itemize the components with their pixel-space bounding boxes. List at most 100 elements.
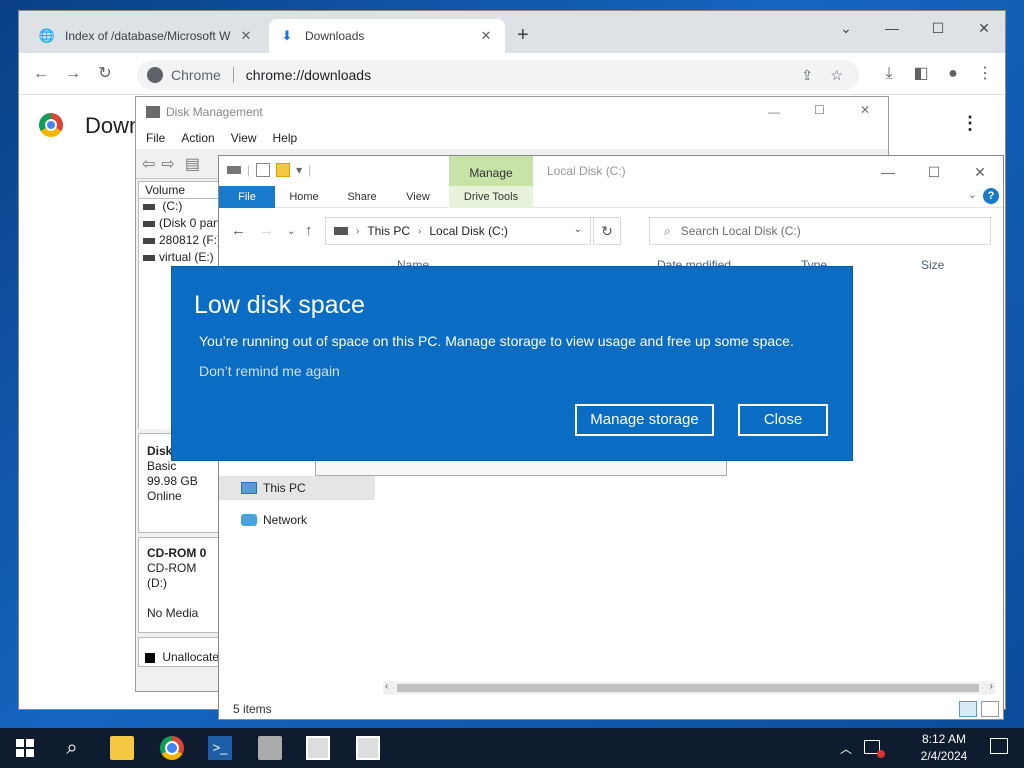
column-header-volume[interactable]: Volume bbox=[138, 181, 228, 199]
scrollbar-thumb[interactable] bbox=[397, 684, 979, 692]
list-item[interactable]: (C:) bbox=[139, 199, 228, 216]
disk-status: Online bbox=[147, 489, 182, 503]
close-tab-icon[interactable]: ✕ bbox=[237, 28, 255, 44]
new-folder-icon[interactable] bbox=[276, 163, 291, 177]
maximize-button[interactable]: ☐ bbox=[915, 15, 961, 41]
tab-file[interactable]: File bbox=[219, 186, 275, 208]
scroll-left-icon[interactable]: ‹ bbox=[385, 681, 388, 692]
notification-icon[interactable] bbox=[990, 738, 1008, 754]
side-panel-icon[interactable]: ◧ bbox=[909, 62, 933, 86]
download-icon: ⬇ bbox=[281, 28, 293, 43]
more-actions-icon[interactable]: ⋮ bbox=[961, 113, 979, 134]
downloads-icon[interactable]: ⤓ bbox=[877, 62, 901, 86]
back-icon[interactable]: ⇦ bbox=[142, 154, 155, 174]
tab-downloads[interactable]: ⬇ Downloads ✕ bbox=[269, 19, 505, 53]
url-text: chrome://downloads bbox=[245, 67, 372, 83]
horizontal-scrollbar[interactable]: ‹ › bbox=[383, 681, 995, 694]
properties-icon[interactable]: ▤ bbox=[185, 154, 200, 174]
sidebar-item-network[interactable]: Network bbox=[219, 508, 375, 532]
back-button[interactable]: ← bbox=[29, 62, 53, 86]
site-label: Chrome bbox=[171, 67, 221, 83]
back-button[interactable]: ← bbox=[231, 222, 246, 239]
globe-icon: 🌐 bbox=[38, 28, 56, 43]
clock[interactable]: 8:12 AM 2/4/2024 bbox=[916, 731, 972, 765]
computer-icon bbox=[241, 482, 257, 494]
close-tab-icon[interactable]: ✕ bbox=[477, 28, 495, 44]
reload-button[interactable]: ↻ bbox=[93, 62, 117, 86]
maximize-button[interactable]: ☐ bbox=[814, 103, 825, 117]
scroll-right-icon[interactable]: › bbox=[990, 681, 993, 692]
tab-share[interactable]: Share bbox=[339, 186, 385, 208]
network-status-icon[interactable] bbox=[864, 740, 885, 758]
up-button[interactable]: ↑ bbox=[305, 222, 313, 239]
share-icon[interactable]: ⇪ bbox=[801, 67, 813, 84]
breadcrumb-local-disk[interactable]: Local Disk (C:) bbox=[429, 224, 508, 238]
menu-help[interactable]: Help bbox=[273, 131, 298, 145]
search-icon[interactable]: ⌕ bbox=[60, 736, 84, 760]
chevron-down-icon[interactable]: ⌄ bbox=[574, 224, 582, 235]
chrome-icon[interactable] bbox=[160, 736, 184, 760]
close-button[interactable]: Close bbox=[738, 404, 828, 436]
tab-drive-tools[interactable]: Drive Tools bbox=[449, 186, 533, 208]
minimize-button[interactable]: — bbox=[865, 160, 911, 184]
disk-management-icon[interactable] bbox=[258, 736, 282, 760]
tab-home[interactable]: Home bbox=[281, 186, 327, 208]
tab-title: Downloads bbox=[305, 29, 365, 43]
list-item[interactable]: (Disk 0 partition 1) bbox=[139, 216, 228, 233]
refresh-button[interactable]: ↻ bbox=[593, 217, 621, 245]
dont-remind-link[interactable]: Don’t remind me again bbox=[199, 363, 340, 379]
maximize-button[interactable]: ☐ bbox=[911, 160, 957, 184]
sidebar-item-this-pc[interactable]: This PC bbox=[219, 476, 375, 500]
sidebar-item-label: This PC bbox=[263, 481, 306, 495]
search-input[interactable]: ⌕ Search Local Disk (C:) bbox=[649, 217, 991, 245]
cdrom-panel[interactable]: CD-ROM 0 CD-ROM (D:) No Media bbox=[138, 537, 228, 633]
bookmark-star-icon[interactable]: ☆ bbox=[830, 67, 843, 84]
new-tab-button[interactable]: + bbox=[517, 24, 529, 47]
details-view-icon[interactable] bbox=[959, 701, 977, 717]
unallocated-swatch bbox=[145, 652, 155, 663]
list-item[interactable]: virtual (E:) bbox=[139, 250, 228, 267]
drive-icon bbox=[334, 227, 348, 235]
desktop: 🌐 Index of /database/Microsoft W ✕ ⬇ Dow… bbox=[0, 0, 1024, 728]
view-toggle bbox=[959, 701, 999, 717]
chevron-down-icon[interactable]: ▾ bbox=[296, 163, 302, 177]
help-icon[interactable]: ? bbox=[983, 188, 999, 204]
disk-name: CD-ROM 0 bbox=[147, 546, 207, 560]
manage-storage-button[interactable]: Manage storage bbox=[575, 404, 714, 436]
chevron-down-icon[interactable]: ⌄ bbox=[823, 15, 869, 41]
close-window-button[interactable]: ✕ bbox=[961, 15, 1007, 41]
tab-view[interactable]: View bbox=[395, 186, 441, 208]
profile-icon[interactable]: ● bbox=[941, 62, 965, 86]
minimize-button[interactable]: — bbox=[869, 15, 915, 41]
recent-locations-icon[interactable]: ⌄ bbox=[287, 226, 295, 237]
tab-index-of-database[interactable]: 🌐 Index of /database/Microsoft W ✕ bbox=[29, 19, 265, 53]
forward-icon[interactable]: ⇨ bbox=[161, 154, 174, 174]
tab-manage[interactable]: Manage bbox=[449, 156, 533, 186]
close-window-button[interactable]: ✕ bbox=[957, 160, 1003, 184]
start-icon[interactable] bbox=[14, 736, 38, 760]
chevron-up-icon[interactable]: ︿ bbox=[840, 740, 852, 757]
minimize-button[interactable]: — bbox=[768, 105, 780, 119]
column-header-size[interactable]: Size bbox=[921, 258, 944, 272]
powershell-icon[interactable]: >_ bbox=[208, 736, 232, 760]
close-window-button[interactable]: ✕ bbox=[860, 103, 870, 117]
chevron-down-icon[interactable]: ⌄ bbox=[968, 188, 977, 201]
menu-file[interactable]: File bbox=[146, 131, 165, 145]
menu-action[interactable]: Action bbox=[181, 131, 214, 145]
chevron-right-icon: › bbox=[418, 225, 422, 237]
more-menu-icon[interactable]: ⋮ bbox=[973, 62, 997, 86]
app-icon[interactable] bbox=[306, 736, 330, 760]
menu-view[interactable]: View bbox=[231, 131, 257, 145]
forward-button[interactable]: → bbox=[61, 62, 85, 86]
address-bar[interactable]: › This PC › Local Disk (C:) ⌄ bbox=[325, 217, 591, 245]
list-item[interactable]: 280812 (F:) bbox=[139, 233, 228, 250]
properties-icon[interactable] bbox=[256, 163, 271, 177]
window-title-bar: Disk Management — ☐ ✕ bbox=[136, 97, 888, 127]
file-explorer-icon[interactable] bbox=[110, 736, 134, 760]
disk-size: 99.98 GB bbox=[147, 474, 198, 488]
app-icon[interactable] bbox=[356, 736, 380, 760]
forward-button[interactable]: → bbox=[259, 222, 274, 239]
large-icons-view-icon[interactable] bbox=[981, 701, 999, 717]
address-bar[interactable]: Chrome chrome://downloads ⇪ ☆ bbox=[137, 60, 859, 90]
breadcrumb-this-pc[interactable]: This PC bbox=[367, 224, 410, 238]
